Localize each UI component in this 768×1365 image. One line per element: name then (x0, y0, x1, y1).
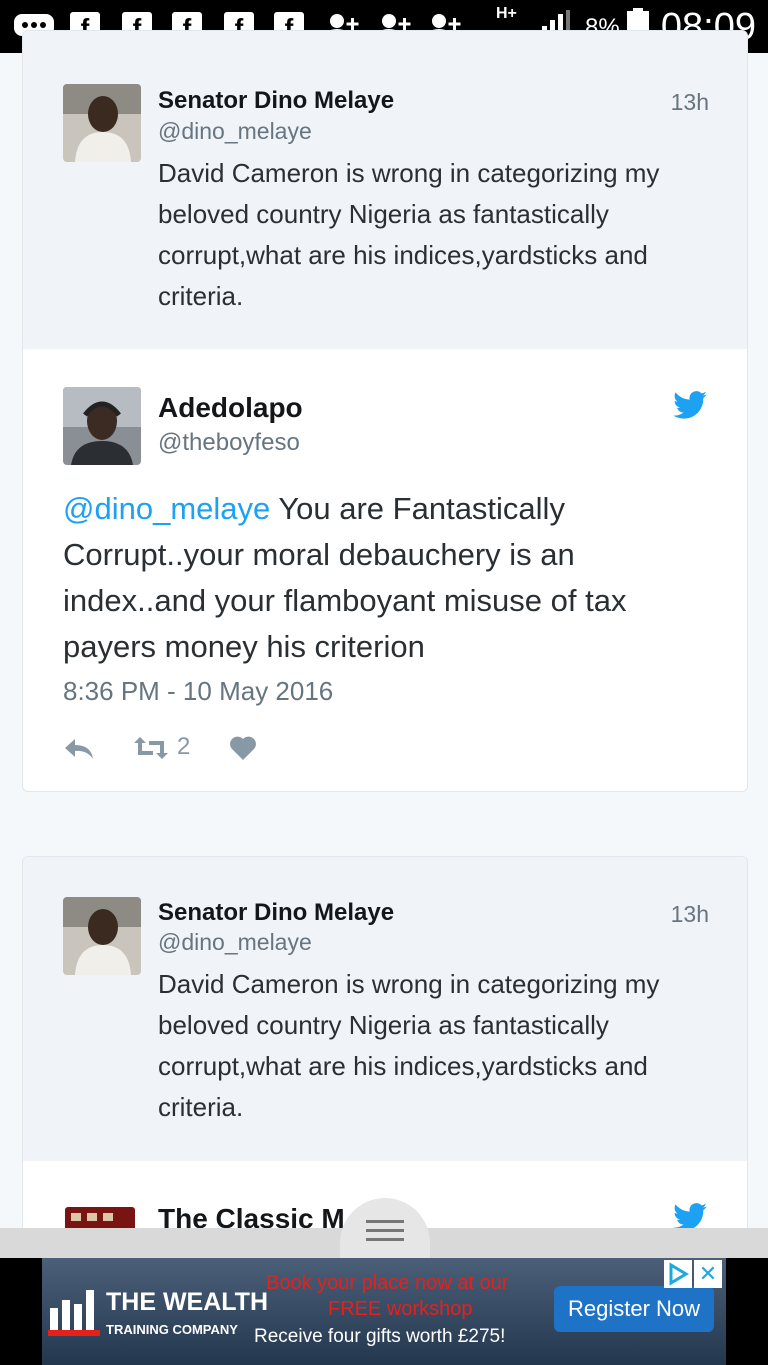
author-name[interactable]: Adedolapo (158, 392, 303, 424)
ad-headline: Book your place now at our (266, 1272, 509, 1294)
avatar[interactable] (63, 387, 141, 465)
quoted-tweet-text: David Cameron is wrong in categorizing m… (158, 969, 660, 1122)
tweet-actions: 2 (63, 731, 363, 767)
ad-company-name: THE WEALTH (106, 1288, 269, 1316)
quoted-tweet[interactable]: Senator Dino Melaye @dino_melaye 13h Dav… (23, 31, 747, 349)
adchoices-icon[interactable] (664, 1260, 692, 1288)
retweet-count: 2 (177, 733, 191, 760)
twitter-bird-icon[interactable] (673, 391, 707, 419)
heart-icon[interactable] (229, 735, 257, 761)
register-now-button[interactable]: Register Now (554, 1286, 714, 1332)
author-name[interactable]: Senator Dino Melaye (158, 87, 394, 115)
ad-headline-2: FREE workshop (328, 1298, 473, 1320)
network-type: H+ (496, 5, 517, 22)
avatar[interactable] (63, 897, 141, 975)
mention-link[interactable]: @dino_melaye (63, 491, 270, 526)
author-handle[interactable]: @theboyfeso (158, 429, 300, 457)
reply-icon[interactable] (63, 737, 95, 761)
ad-content[interactable]: THE WEALTH TRAINING COMPANY Book your pl… (42, 1258, 726, 1365)
timestamp[interactable]: 13h (671, 901, 709, 928)
author-handle[interactable]: @dino_melaye (158, 929, 312, 956)
tweet-text: @dino_melaye You are Fantastically Corru… (63, 486, 723, 670)
quoted-tweet[interactable]: Senator Dino Melaye @dino_melaye 13h Dav… (23, 857, 747, 1161)
ad-banner[interactable]: THE WEALTH TRAINING COMPANY Book your pl… (0, 1258, 768, 1365)
tweet-timestamp[interactable]: 8:36 PM - 10 May 2016 (63, 676, 333, 707)
timestamp[interactable]: 13h (671, 89, 709, 116)
twitter-bird-icon[interactable] (673, 1203, 707, 1231)
retweet-icon[interactable] (133, 735, 169, 761)
close-ad-button[interactable]: ✕ (694, 1260, 722, 1288)
bar-chart-logo-icon (48, 1290, 100, 1336)
author-name[interactable]: Senator Dino Melaye (158, 899, 394, 927)
avatar[interactable] (63, 1201, 141, 1231)
avatar[interactable] (63, 84, 141, 162)
ad-company-subtitle: TRAINING COMPANY (106, 1322, 238, 1337)
quoted-tweet-text: David Cameron is wrong in categorizing m… (158, 158, 660, 311)
tweet-card[interactable]: Senator Dino Melaye @dino_melaye 13h Dav… (22, 30, 748, 792)
menu-icon[interactable] (366, 1220, 404, 1242)
author-handle[interactable]: @dino_melaye (158, 118, 312, 145)
ad-subline: Receive four gifts worth £275! (254, 1326, 506, 1347)
